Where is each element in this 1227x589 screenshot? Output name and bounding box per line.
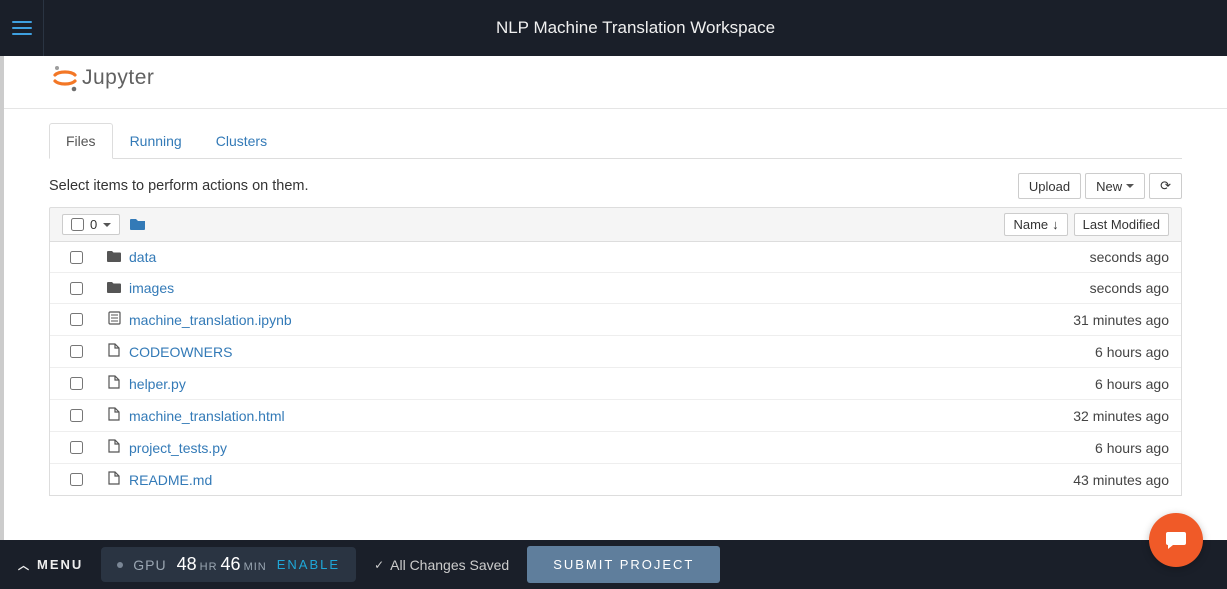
file-row: data seconds ago [50,242,1181,272]
file-link[interactable]: machine_translation.html [129,408,285,424]
top-buttons: Upload New ⟳ [1018,173,1182,199]
gpu-label: GPU [133,557,166,573]
hint-text: Select items to perform actions on them. [49,178,309,194]
file-modified: seconds ago [1090,249,1169,265]
selected-count: 0 [90,217,97,232]
file-checkbox[interactable] [70,441,83,454]
tab-running[interactable]: Running [113,123,199,159]
file-modified: 31 minutes ago [1073,312,1169,328]
file-checkbox[interactable] [70,409,83,422]
arrow-down-icon: ↓ [1052,217,1059,232]
new-button-label: New [1096,179,1122,194]
chat-icon [1164,528,1188,552]
file-icon [105,439,123,456]
gpu-minutes: 46 [221,554,241,575]
hamburger-wrap [0,0,44,56]
file-icon [105,375,123,392]
file-link[interactable]: helper.py [129,376,186,392]
sort-modified-label: Last Modified [1083,217,1160,232]
bottom-bar: ︿ MENU GPU 48 HR 46 MIN ENABLE ✓ All Cha… [0,540,1227,589]
jupyter-logo-text: Jupyter [82,66,154,90]
tabs: Files Running Clusters [49,123,1182,159]
file-checkbox[interactable] [70,377,83,390]
save-status-text: All Changes Saved [390,557,509,573]
file-link[interactable]: project_tests.py [129,440,227,456]
content-area: Jupyter Files Running Clusters Select it… [0,56,1227,540]
upload-button[interactable]: Upload [1018,173,1081,199]
file-modified: seconds ago [1090,280,1169,296]
action-row: Select items to perform actions on them.… [49,173,1182,199]
refresh-icon: ⟳ [1160,178,1171,194]
folder-icon [105,250,123,265]
file-row: machine_translation.ipynb 31 minutes ago [50,303,1181,335]
new-button[interactable]: New [1085,173,1145,199]
sort-name-label: Name [1013,217,1048,232]
gpu-hours: 48 [177,554,197,575]
file-link[interactable]: CODEOWNERS [129,344,232,360]
gpu-minutes-unit: MIN [244,561,267,573]
top-bar: NLP Machine Translation Workspace [0,0,1227,56]
file-row: README.md 43 minutes ago [50,463,1181,495]
file-checkbox[interactable] [70,473,83,486]
file-icon [105,343,123,360]
enable-gpu-button[interactable]: ENABLE [277,557,340,572]
tab-clusters[interactable]: Clusters [199,123,284,159]
file-row: images seconds ago [50,272,1181,303]
hamburger-icon[interactable] [12,21,32,35]
file-checkbox[interactable] [70,282,83,295]
menu-label: MENU [37,557,83,572]
file-icon [105,471,123,488]
header-divider [4,108,1227,109]
refresh-button[interactable]: ⟳ [1149,173,1182,199]
file-checkbox[interactable] [70,313,83,326]
file-icon [105,407,123,424]
select-caret-icon [103,223,111,227]
file-row: CODEOWNERS 6 hours ago [50,335,1181,367]
save-status: ✓ All Changes Saved [374,557,509,573]
notebook-icon [105,311,123,328]
file-modified: 6 hours ago [1095,344,1169,360]
file-link[interactable]: images [129,280,174,296]
page-title: NLP Machine Translation Workspace [44,18,1227,38]
check-icon: ✓ [374,558,384,572]
file-link[interactable]: README.md [129,472,212,488]
sort-modified-button[interactable]: Last Modified [1074,213,1169,236]
file-modified: 6 hours ago [1095,376,1169,392]
chat-fab[interactable] [1149,513,1203,567]
select-all-group[interactable]: 0 [62,214,120,235]
folder-icon [105,281,123,296]
list-header: 0 Name ↓ Last Modified [49,207,1182,242]
file-link[interactable]: machine_translation.ipynb [129,312,292,328]
file-modified: 6 hours ago [1095,440,1169,456]
file-row: helper.py 6 hours ago [50,367,1181,399]
gpu-pill: GPU 48 HR 46 MIN ENABLE [101,547,356,582]
gpu-status-dot-icon [117,562,123,568]
file-modified: 43 minutes ago [1073,472,1169,488]
main-panel: Files Running Clusters Select items to p… [4,123,1227,496]
sort-name-button[interactable]: Name ↓ [1004,213,1067,236]
caret-down-icon [1126,184,1134,188]
file-checkbox[interactable] [70,345,83,358]
gpu-hours-unit: HR [200,561,218,573]
select-all-checkbox[interactable] [71,218,84,231]
breadcrumb-root-icon[interactable] [130,217,146,233]
file-link[interactable]: data [129,249,156,265]
jupyter-header: Jupyter [4,56,1227,96]
file-checkbox[interactable] [70,251,83,264]
file-row: machine_translation.html 32 minutes ago [50,399,1181,431]
file-modified: 32 minutes ago [1073,408,1169,424]
jupyter-logo[interactable]: Jupyter [52,64,154,92]
jupyter-icon [52,64,78,92]
file-row: project_tests.py 6 hours ago [50,431,1181,463]
chevron-up-icon: ︿ [18,557,31,573]
menu-toggle[interactable]: ︿ MENU [18,557,83,573]
gpu-time: 48 HR 46 MIN [177,554,267,575]
file-list: data seconds ago images seconds ago machine_… [49,242,1182,496]
submit-project-button[interactable]: SUBMIT PROJECT [527,546,720,583]
tab-files[interactable]: Files [49,123,113,159]
